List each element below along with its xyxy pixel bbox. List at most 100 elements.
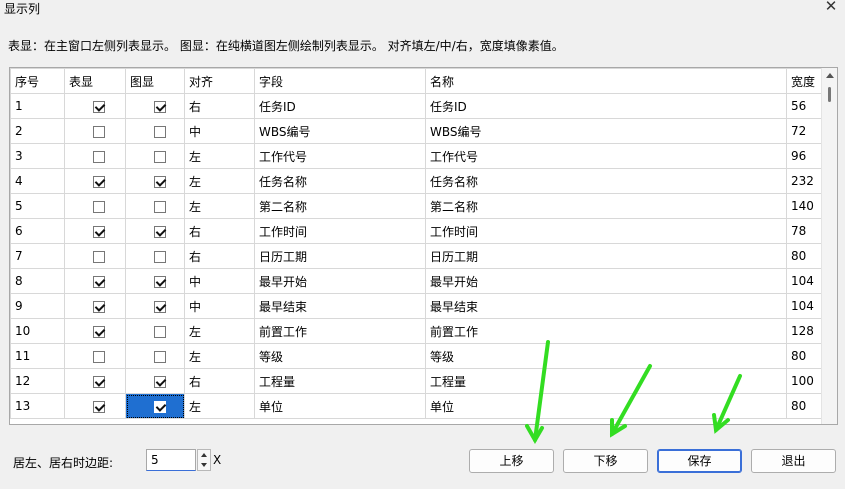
table-show-cell[interactable] [64,193,126,219]
scroll-thumb[interactable] [828,87,831,102]
row-field[interactable]: 单位 [254,393,426,419]
row-width[interactable]: 140 [786,193,823,219]
table-row[interactable]: 3 左工作代号 工作代号 96 [10,143,823,169]
row-name[interactable]: 工程量 [425,368,787,394]
row-width[interactable]: 56 [786,93,823,119]
chart-show-cell[interactable] [125,218,185,244]
header-width[interactable]: 宽度 [786,68,823,94]
margin-spinner[interactable]: X [146,449,221,471]
chart-show-cell[interactable] [125,393,185,419]
chart-show-cell[interactable] [125,143,185,169]
table-row[interactable]: 11 左等级 等级 80 [10,343,823,369]
row-field[interactable]: 前置工作 [254,318,426,344]
chart-show-checkbox[interactable] [154,200,166,213]
row-field[interactable]: 任务ID [254,93,426,119]
row-field[interactable]: 最早结束 [254,293,426,319]
row-field[interactable]: 第二名称 [254,193,426,219]
table-row[interactable]: 13 左单位 单位 80 [10,393,823,419]
table-show-cell[interactable] [64,93,126,119]
row-align[interactable]: 右 [184,368,255,394]
row-width[interactable]: 80 [786,393,823,419]
row-name[interactable]: 任务ID [425,93,787,119]
row-width[interactable]: 232 [786,168,823,194]
row-width[interactable]: 104 [786,293,823,319]
row-width[interactable]: 100 [786,368,823,394]
chart-show-cell[interactable] [125,343,185,369]
close-icon[interactable]: ✕ [823,0,839,15]
row-align[interactable]: 中 [184,118,255,144]
table-show-cell[interactable] [64,343,126,369]
header-table-show[interactable]: 表显 [64,68,126,94]
row-name[interactable]: 工作代号 [425,143,787,169]
row-field[interactable]: 工程量 [254,368,426,394]
chart-show-checkbox[interactable] [154,250,166,263]
row-width[interactable]: 72 [786,118,823,144]
chart-show-cell[interactable] [125,118,185,144]
row-align[interactable]: 左 [184,343,255,369]
table-show-cell[interactable] [64,243,126,269]
table-show-checkbox[interactable] [93,350,105,363]
table-row[interactable]: 10 左前置工作 前置工作 128 [10,318,823,344]
save-button[interactable]: 保存 [657,449,742,473]
table-show-checkbox[interactable] [93,250,105,263]
row-align[interactable]: 左 [184,393,255,419]
chart-show-cell[interactable] [125,93,185,119]
table-row[interactable]: 1 右任务ID 任务ID 56 [10,93,823,119]
spin-down-icon[interactable] [201,463,207,467]
row-field[interactable]: 等级 [254,343,426,369]
table-show-cell[interactable] [64,293,126,319]
table-row[interactable]: 9 中最早结束 最早结束 104 [10,293,823,319]
table-show-checkbox[interactable] [93,375,105,388]
table-row[interactable]: 5 左第二名称 第二名称 140 [10,193,823,219]
chart-show-checkbox[interactable] [154,100,166,113]
chart-show-cell[interactable] [125,368,185,394]
move-down-button[interactable]: 下移 [563,449,648,473]
row-name[interactable]: 第二名称 [425,193,787,219]
row-name[interactable]: 等级 [425,343,787,369]
spin-up-icon[interactable] [201,453,207,457]
table-show-checkbox[interactable] [93,225,105,238]
row-width[interactable]: 128 [786,318,823,344]
chart-show-checkbox[interactable] [154,175,166,188]
row-name[interactable]: 任务名称 [425,168,787,194]
row-align[interactable]: 左 [184,168,255,194]
row-field[interactable]: 最早开始 [254,268,426,294]
table-row[interactable]: 2 中 WBS编号 WBS编号 72 [10,118,823,144]
row-field[interactable]: 日历工期 [254,243,426,269]
row-name[interactable]: 单位 [425,393,787,419]
chart-show-cell[interactable] [125,243,185,269]
move-up-button[interactable]: 上移 [469,449,554,473]
row-align[interactable]: 右 [184,218,255,244]
exit-button[interactable]: 退出 [751,449,836,473]
margin-input[interactable] [146,449,196,471]
chart-show-checkbox[interactable] [154,375,166,388]
chart-show-cell[interactable] [125,293,185,319]
row-width[interactable]: 104 [786,268,823,294]
table-show-cell[interactable] [64,318,126,344]
table-show-cell[interactable] [64,143,126,169]
table-show-checkbox[interactable] [93,175,105,188]
table-show-cell[interactable] [64,168,126,194]
table-show-checkbox[interactable] [93,200,105,213]
header-index[interactable]: 序号 [10,68,65,94]
table-show-cell[interactable] [64,118,126,144]
table-show-cell[interactable] [64,368,126,394]
table-show-checkbox[interactable] [93,275,105,288]
row-name[interactable]: WBS编号 [425,118,787,144]
table-row[interactable]: 6 右工作时间 工作时间 78 [10,218,823,244]
spinner-buttons[interactable] [197,449,211,471]
table-row[interactable]: 8 中最早开始 最早开始 104 [10,268,823,294]
header-name[interactable]: 名称 [425,68,787,94]
row-align[interactable]: 右 [184,243,255,269]
table-show-checkbox[interactable] [93,325,105,338]
table-row[interactable]: 7 右日历工期 日历工期 80 [10,243,823,269]
chart-show-cell[interactable] [125,168,185,194]
table-show-checkbox[interactable] [93,300,105,313]
row-field[interactable]: WBS编号 [254,118,426,144]
row-name[interactable]: 最早开始 [425,268,787,294]
row-field[interactable]: 工作时间 [254,218,426,244]
table-show-checkbox[interactable] [93,125,105,138]
row-field[interactable]: 工作代号 [254,143,426,169]
table-show-cell[interactable] [64,218,126,244]
chart-show-checkbox[interactable] [154,275,166,288]
